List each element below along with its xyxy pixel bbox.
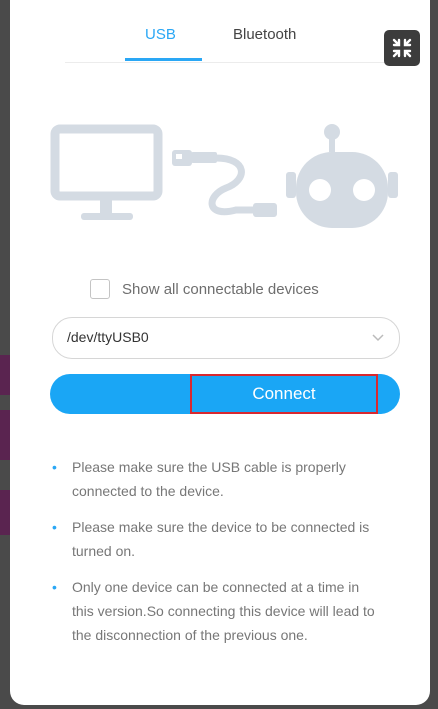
show-all-devices-label: Show all connectable devices — [122, 280, 319, 298]
tip-text: Only one device can be connected at a ti… — [72, 579, 375, 643]
tab-usb[interactable]: USB — [145, 26, 176, 43]
tip-text: Please make sure the device to be connec… — [72, 519, 370, 559]
bullet-icon: • — [52, 579, 57, 595]
chevron-down-icon — [372, 334, 384, 342]
robot-icon — [286, 124, 398, 228]
connect-device-panel: USB Bluetooth Show all connectable devic… — [10, 0, 430, 705]
tip-text: Please make sure the USB cable is proper… — [72, 459, 346, 499]
bullet-icon: • — [52, 459, 57, 475]
connection-tabs: USB Bluetooth — [65, 0, 385, 63]
port-select-value: /dev/ttyUSB0 — [67, 329, 149, 345]
connect-button[interactable]: Connect — [50, 374, 400, 414]
connection-tips: • Please make sure the USB cable is prop… — [52, 455, 382, 659]
show-all-devices-checkbox[interactable] — [90, 279, 110, 299]
background-strip — [0, 410, 10, 460]
background-strip — [0, 355, 10, 395]
usb-connection-illustration — [48, 120, 398, 235]
fullscreen-exit-icon — [392, 38, 412, 58]
connect-button-label: Connect — [190, 374, 378, 414]
show-all-devices-row: Show all connectable devices — [90, 278, 319, 300]
active-tab-indicator — [125, 58, 202, 61]
port-select[interactable]: /dev/ttyUSB0 — [52, 317, 400, 359]
background-strip — [0, 490, 10, 535]
list-item: • Please make sure the device to be conn… — [52, 515, 382, 563]
usb-cable-icon — [172, 150, 277, 217]
tab-bluetooth[interactable]: Bluetooth — [233, 26, 296, 43]
fullscreen-exit-button[interactable] — [384, 30, 420, 66]
monitor-icon — [50, 124, 163, 220]
list-item: • Only one device can be connected at a … — [52, 575, 382, 647]
list-item: • Please make sure the USB cable is prop… — [52, 455, 382, 503]
bullet-icon: • — [52, 519, 57, 535]
